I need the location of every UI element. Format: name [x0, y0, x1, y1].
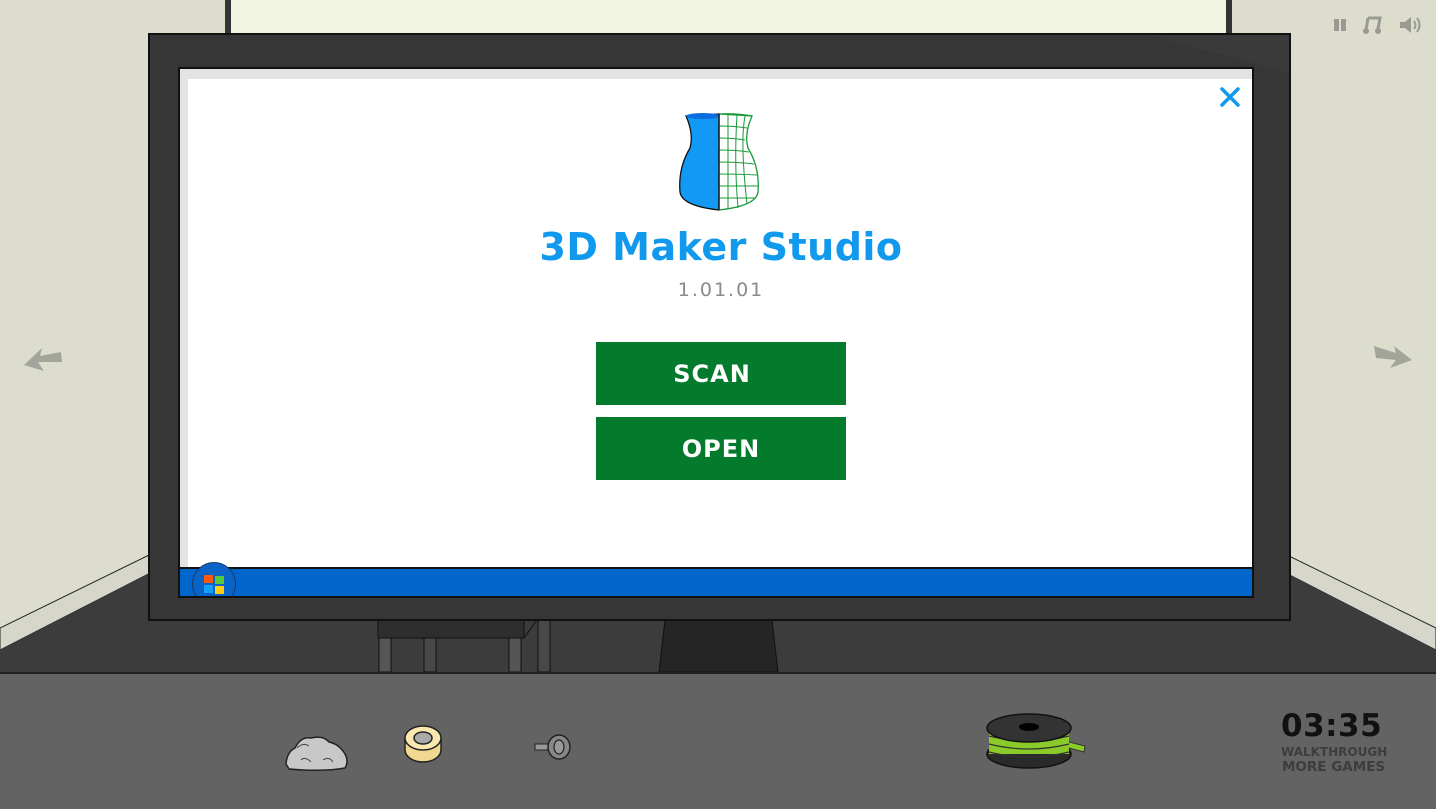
inventory-bar	[0, 672, 1436, 809]
app-title: 3D Maker Studio	[539, 225, 903, 269]
scan-button-label: SCAN	[673, 359, 751, 388]
tape-roll-icon[interactable]	[402, 722, 446, 770]
filament-spool-icon[interactable]	[985, 712, 1089, 778]
app-version: 1.01.01	[677, 279, 765, 301]
key-icon[interactable]	[534, 733, 574, 767]
computer-screen: 3D Maker Studio 1.01.01 SCAN OPEN	[178, 67, 1254, 598]
app-window: 3D Maker Studio 1.01.01 SCAN OPEN	[188, 79, 1252, 569]
monitor: 3D Maker Studio 1.01.01 SCAN OPEN	[148, 33, 1291, 621]
rock-icon[interactable]	[283, 730, 351, 776]
walkthrough-link[interactable]: WALKTHROUGH	[1281, 745, 1387, 759]
close-icon[interactable]	[1215, 82, 1245, 112]
vase-wireframe-logo	[678, 112, 760, 212]
taskbar	[180, 567, 1252, 596]
more-games-link[interactable]: MORE GAMES	[1282, 759, 1385, 775]
start-button[interactable]	[192, 562, 236, 596]
open-button[interactable]: OPEN	[596, 417, 846, 480]
windows-start-icon	[204, 575, 224, 594]
open-button-label: OPEN	[681, 434, 761, 463]
game-timer: 03:35	[1281, 708, 1383, 744]
scan-button[interactable]: SCAN	[596, 342, 846, 405]
